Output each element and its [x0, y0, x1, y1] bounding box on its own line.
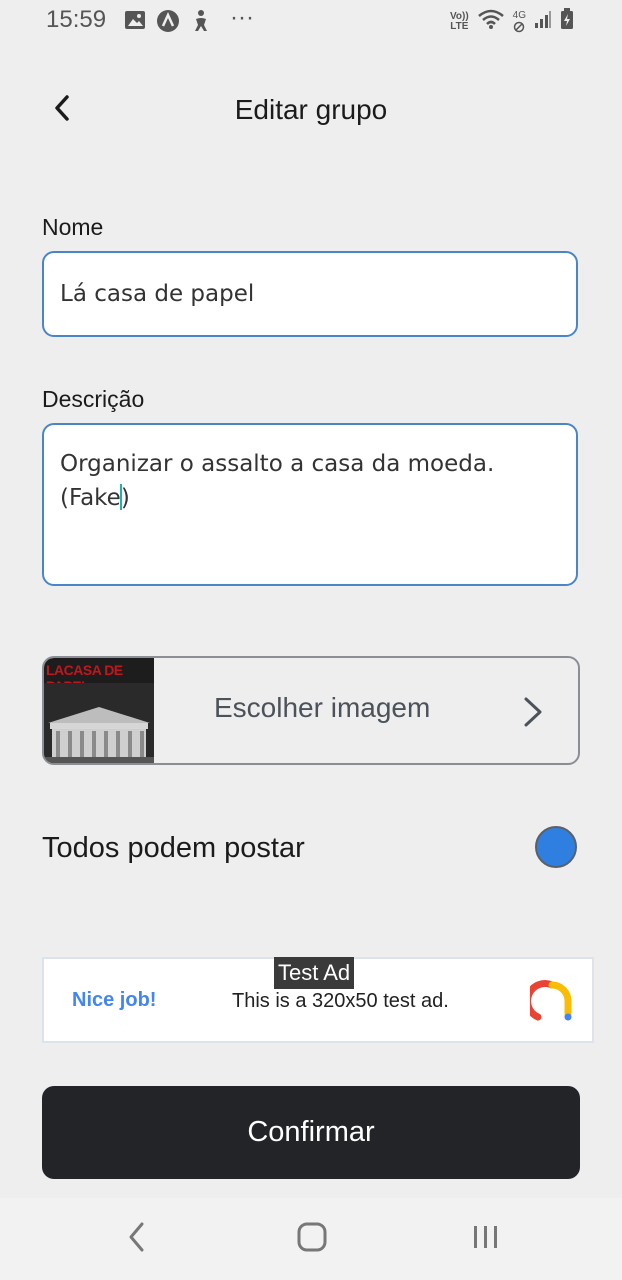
- accessibility-icon: [190, 9, 212, 38]
- ad-tag: Test Ad: [274, 957, 355, 989]
- nav-back-icon[interactable]: [126, 1220, 148, 1259]
- admob-logo-icon: [524, 979, 574, 1028]
- ad-text: This is a 320x50 test ad.: [232, 990, 449, 1012]
- gallery-icon: [124, 9, 146, 36]
- description-label: Descrição: [42, 386, 145, 412]
- name-input-value: Lá casa de papel: [60, 281, 255, 307]
- group-image-thumbnail: LACASA DE PAPEL: [44, 658, 154, 763]
- nav-recents-icon[interactable]: [470, 1220, 502, 1259]
- choose-image-button[interactable]: LACASA DE PAPEL Escolher imagem: [42, 656, 580, 765]
- app-header: Editar grupo: [0, 80, 622, 140]
- confirm-button[interactable]: Confirmar: [42, 1086, 580, 1179]
- wifi-icon: [477, 8, 505, 35]
- choose-image-label: Escolher imagem: [214, 692, 431, 723]
- confirm-button-label: Confirmar: [247, 1116, 375, 1148]
- app-notification-icon: [156, 9, 180, 38]
- ad-headline: Nice job!: [72, 989, 157, 1011]
- building-image: [44, 683, 154, 763]
- battery-icon: [560, 8, 574, 35]
- chevron-right-icon: [522, 696, 544, 733]
- description-line: Organizar o assalto a casa da moeda.: [60, 451, 495, 477]
- more-notifications-icon: ···: [230, 4, 254, 31]
- name-label: Nome: [42, 214, 104, 240]
- ad-banner[interactable]: Test Ad Nice job! This is a 320x50 test …: [42, 957, 594, 1043]
- status-icons: Vo)) LTE 4G: [450, 8, 574, 35]
- everyone-can-post-toggle[interactable]: [535, 826, 577, 868]
- page-title: Editar grupo: [234, 94, 388, 125]
- volte-icon: Vo)) LTE: [449, 10, 469, 32]
- name-input[interactable]: Lá casa de papel: [42, 251, 578, 337]
- nav-home-icon[interactable]: [296, 1220, 328, 1259]
- signal-icon: [534, 9, 552, 34]
- description-line: (Fake): [60, 484, 130, 511]
- status-bar: 15:59 ··· Vo)) LTE 4G: [0, 0, 622, 44]
- everyone-can-post-label: Todos podem postar: [42, 832, 305, 864]
- network-type-icon: 4G: [513, 10, 526, 33]
- system-nav-bar: [0, 1198, 622, 1280]
- description-input[interactable]: Organizar o assalto a casa da moeda. (Fa…: [42, 423, 578, 586]
- status-time: 15:59: [46, 6, 107, 33]
